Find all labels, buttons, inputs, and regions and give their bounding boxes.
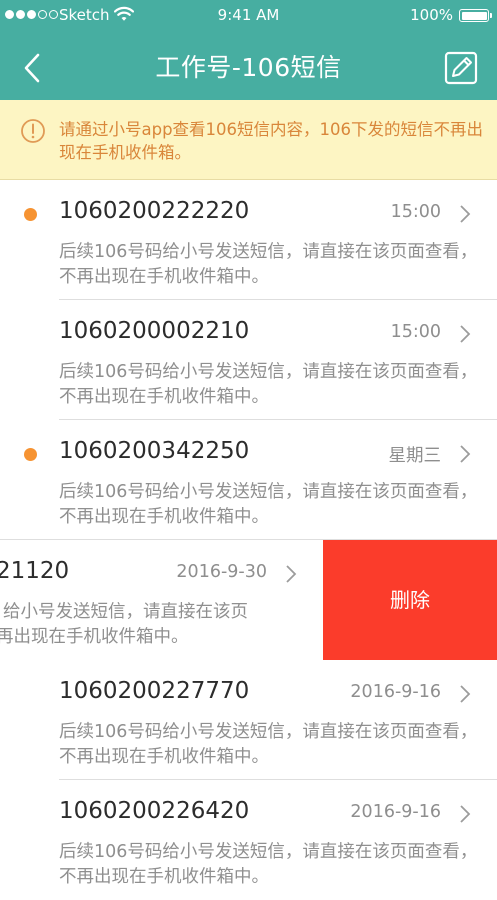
page-title: 工作号-106短信 — [155, 53, 342, 82]
message-time: 2016-9-30 — [176, 562, 267, 582]
back-button[interactable] — [15, 50, 51, 86]
message-preview: 后续106号码给小号发送短信，请直接在该页面查看，不再出现在手机收件箱中。 — [59, 722, 478, 767]
chevron-right-icon[interactable] — [459, 444, 471, 464]
chevron-right-icon[interactable] — [459, 204, 471, 224]
sender-number: 1060200226420 — [59, 798, 250, 824]
message-preview-line2: 再出现在手机收件箱中。 — [0, 627, 189, 647]
list-item[interactable]: 1060200226420 2016-9-16 后续106号码给小号发送短信，请… — [0, 780, 497, 900]
info-circle-icon — [20, 118, 46, 148]
message-time: 2016-9-16 — [350, 682, 441, 702]
message-preview: 给小号发送短信，请直接在该页 — [3, 602, 248, 622]
sender-number: 1060200002210 — [59, 318, 250, 344]
compose-icon — [444, 51, 478, 85]
unread-indicator — [24, 448, 37, 461]
list-item-swiped[interactable]: 21120 2016-9-30 给小号发送短信，请直接在该页 再出现在手机收件箱… — [0, 540, 497, 660]
status-bar: Sketch 9:41 AM 100% — [0, 0, 497, 32]
chevron-right-icon[interactable] — [459, 324, 471, 344]
battery-icon — [459, 9, 492, 22]
list-item[interactable]: 1060200222220 15:00 后续106号码给小号发送短信，请直接在该… — [0, 180, 497, 300]
chevron-right-icon[interactable] — [459, 804, 471, 824]
list-item[interactable]: 1060200227770 2016-9-16 后续106号码给小号发送短信，请… — [0, 660, 497, 780]
sender-number: 21120 — [0, 558, 70, 584]
chevron-left-icon — [24, 53, 40, 83]
sender-number: 1060200222220 — [59, 198, 250, 224]
message-preview: 后续106号码给小号发送短信，请直接在该页面查看，不再出现在手机收件箱中。 — [59, 242, 478, 287]
message-preview: 后续106号码给小号发送短信，请直接在该页面查看，不再出现在手机收件箱中。 — [59, 482, 478, 527]
message-time: 15:00 — [390, 322, 441, 342]
message-time: 15:00 — [390, 202, 441, 222]
app-header: Sketch 9:41 AM 100% 工作号-106短信 — [0, 0, 497, 100]
delete-button[interactable]: 删除 — [323, 540, 497, 660]
unread-indicator — [24, 208, 37, 221]
battery-percent: 100% — [410, 6, 453, 24]
notice-text: 请通过小号app查看106短信内容，106下发的短信不再出现在手机收件箱。 — [59, 120, 484, 162]
list-item[interactable]: 1060200342250 星期三 后续106号码给小号发送短信，请直接在该页面… — [0, 420, 497, 540]
sender-number: 1060200342250 — [59, 438, 250, 464]
message-preview: 后续106号码给小号发送短信，请直接在该页面查看，不再出现在手机收件箱中。 — [59, 362, 478, 407]
chevron-right-icon[interactable] — [459, 684, 471, 704]
list-item[interactable]: 1060200002210 15:00 后续106号码给小号发送短信，请直接在该… — [0, 300, 497, 420]
message-time: 星期三 — [388, 446, 442, 466]
message-time: 2016-9-16 — [350, 802, 441, 822]
sender-number: 1060200227770 — [59, 678, 250, 704]
compose-button[interactable] — [443, 50, 479, 86]
chevron-right-icon[interactable] — [285, 564, 297, 584]
